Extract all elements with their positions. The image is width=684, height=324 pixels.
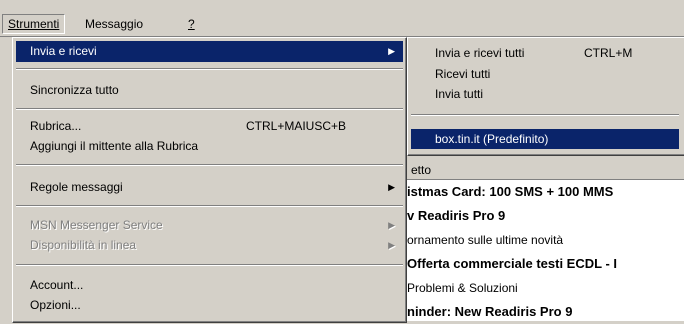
menu-item-label: Ricevi tutti	[435, 67, 491, 81]
menu-separator	[16, 68, 403, 70]
submenu-arrow-icon: ▶	[388, 46, 395, 56]
menu-separator	[16, 264, 403, 266]
submenu-item-invia-ricevi-tutti[interactable]: Invia e ricevi tutti CTRL+M	[411, 43, 679, 63]
menu-item-label: Opzioni...	[30, 298, 81, 312]
menu-help[interactable]: ?	[183, 15, 200, 33]
message-row[interactable]: ornamento sulle ultime novità	[407, 228, 684, 252]
message-subject: Problemi & Soluzioni	[407, 281, 518, 295]
message-row[interactable]: ninder: New Readiris Pro 9	[407, 300, 684, 324]
menu-item-account[interactable]: Account...	[16, 275, 403, 296]
submenu-arrow-icon: ▶	[388, 220, 395, 230]
message-subject: ornamento sulle ultime novità	[407, 233, 564, 247]
menu-item-label: Sincronizza tutto	[30, 83, 119, 97]
menu-item-regole[interactable]: Regole messaggi ▶	[16, 177, 403, 198]
menu-item-disponibilita[interactable]: Disponibilità in linea ▶	[16, 235, 403, 256]
menu-item-shortcut: CTRL+M	[584, 46, 633, 60]
menu-item-opzioni[interactable]: Opzioni...	[16, 295, 403, 316]
menu-item-label: Invia e ricevi tutti	[435, 46, 525, 60]
message-subject: ninder: New Readiris Pro 9	[407, 304, 573, 319]
menu-item-shortcut: CTRL+MAIUSC+B	[246, 119, 347, 133]
strumenti-dropdown: Invia e ricevi ▶ Sincronizza tutto Rubri…	[12, 37, 407, 323]
menu-messaggio[interactable]: Messaggio	[80, 15, 148, 33]
submenu-item-invia-tutti[interactable]: Invia tutti	[411, 84, 679, 104]
menu-item-msn-messenger[interactable]: MSN Messenger Service ▶	[16, 215, 403, 236]
message-row[interactable]: istmas Card: 100 SMS + 100 MMS	[407, 180, 684, 204]
message-row[interactable]: v Readiris Pro 9	[407, 204, 684, 228]
menu-item-label: Invia tutti	[435, 87, 484, 101]
menu-item-label: Aggiungi il mittente alla Rubrica	[30, 139, 199, 153]
menu-item-label: box.tin.it (Predefinito)	[435, 132, 549, 146]
submenu-arrow-icon: ▶	[388, 182, 395, 192]
menu-help-label: ?	[188, 17, 195, 31]
submenu-item-account-predefinito[interactable]: box.tin.it (Predefinito)	[411, 129, 679, 149]
message-subject: istmas Card: 100 SMS + 100 MMS	[407, 184, 614, 199]
menu-item-sincronizza[interactable]: Sincronizza tutto	[16, 80, 403, 101]
menu-item-label: Regole messaggi	[30, 180, 123, 194]
menu-separator	[411, 114, 679, 116]
message-row[interactable]: Problemi & Soluzioni	[407, 276, 684, 300]
message-subject: v Readiris Pro 9	[407, 208, 506, 223]
menu-item-label: Rubrica...	[30, 119, 82, 133]
menu-item-label: MSN Messenger Service	[30, 218, 163, 232]
column-header-label: etto	[411, 163, 432, 177]
menu-item-rubrica[interactable]: Rubrica... CTRL+MAIUSC+B	[16, 116, 403, 137]
menu-messaggio-label: Messaggio	[85, 17, 144, 31]
submenu-arrow-icon: ▶	[388, 240, 395, 250]
menu-item-invia-ricevi[interactable]: Invia e ricevi ▶	[16, 41, 403, 62]
message-row[interactable]: Offerta commerciale testi ECDL - I	[407, 252, 684, 276]
menu-item-aggiungi-mittente[interactable]: Aggiungi il mittente alla Rubrica	[16, 136, 403, 157]
invia-ricevi-submenu: Invia e ricevi tutti CTRL+M Ricevi tutti…	[407, 37, 684, 156]
menu-strumenti[interactable]: Strumenti	[2, 14, 66, 34]
column-header-subject[interactable]: etto	[405, 161, 684, 180]
message-subject: Offerta commerciale testi ECDL - I	[407, 256, 617, 271]
menu-item-label: Account...	[30, 278, 84, 292]
menu-strumenti-label: Strumenti	[8, 17, 60, 31]
menu-separator	[16, 108, 403, 110]
submenu-item-ricevi-tutti[interactable]: Ricevi tutti	[411, 64, 679, 84]
menu-separator	[16, 205, 403, 207]
menu-separator	[16, 164, 403, 166]
menu-bar: Strumenti Messaggio ?	[0, 0, 684, 37]
menu-item-label: Invia e ricevi	[30, 44, 97, 58]
menu-item-label: Disponibilità in linea	[30, 238, 137, 252]
